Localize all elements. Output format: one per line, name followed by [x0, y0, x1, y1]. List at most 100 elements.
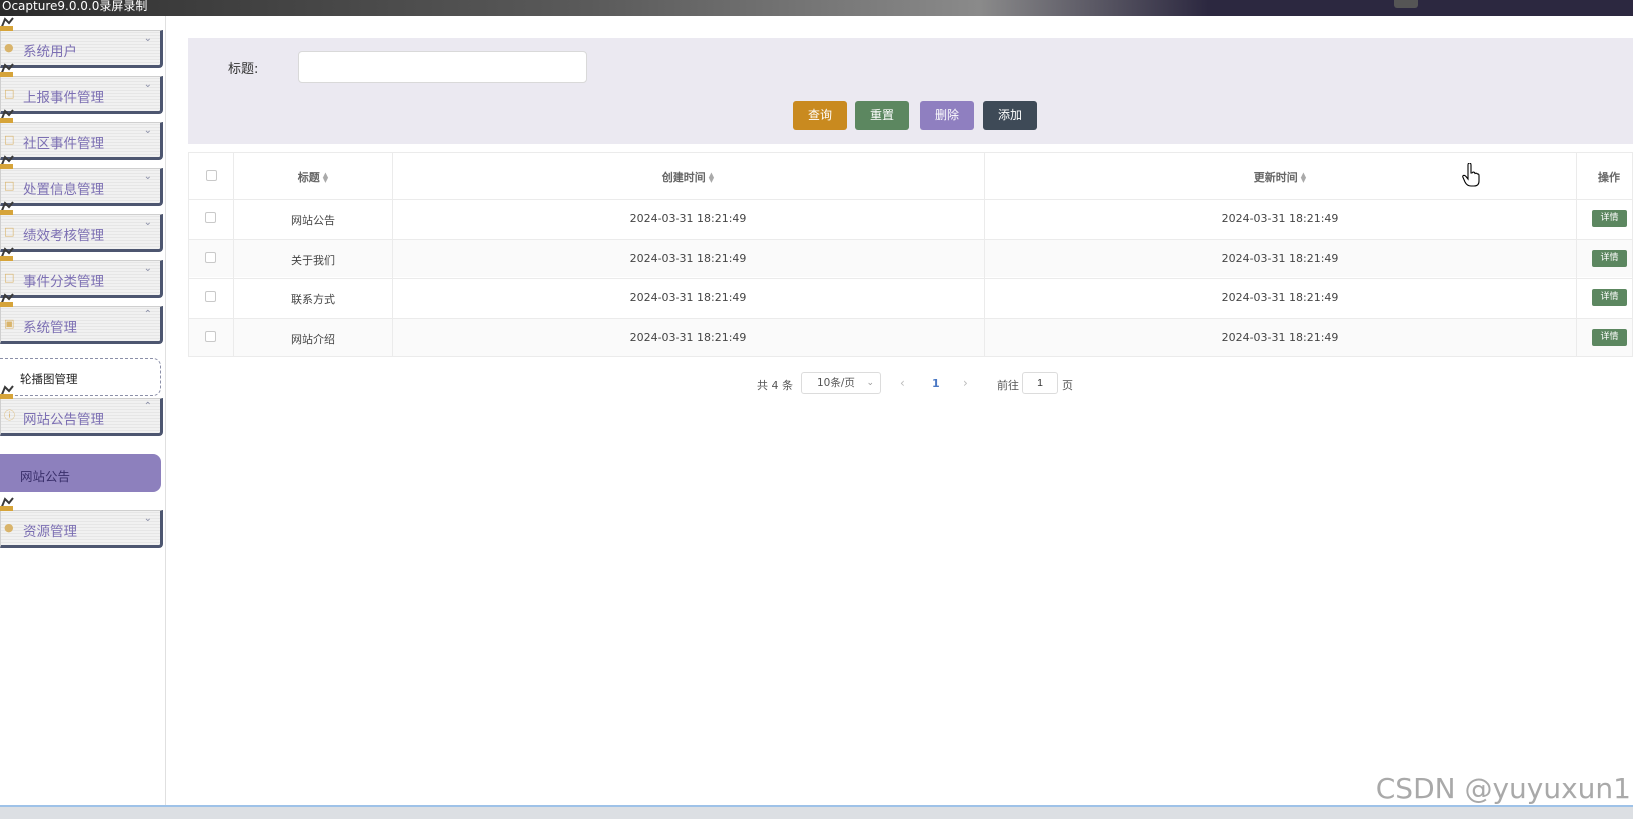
row-divider	[189, 239, 1632, 240]
document-icon: □	[4, 271, 15, 284]
document-icon: □	[4, 179, 15, 192]
sidebar: ● 系统用户 ⌄ □ 上报事件管理 ⌄ □ 社区事件管理 ⌄ □ 处置信息管理 …	[0, 16, 166, 806]
info-icon: ⓘ	[4, 409, 15, 422]
cell-created: 2024-03-31 18:21:49	[629, 212, 747, 225]
delete-button[interactable]: 删除	[920, 101, 974, 130]
sort-icon[interactable]: ▲ ▼	[709, 172, 714, 184]
header-updated[interactable]: 更新时间 ▲ ▼	[1254, 169, 1306, 185]
row-checkbox[interactable]	[205, 331, 216, 342]
image-icon: ▣	[4, 317, 15, 330]
row-divider	[189, 278, 1632, 279]
cell-title: 联系方式	[291, 293, 335, 306]
sidebar-item-label: 事件分类管理	[23, 274, 104, 290]
detail-button[interactable]: 详情	[1592, 289, 1627, 306]
clip-icon	[0, 17, 14, 31]
title-bar: Ocapture9.0.0.0录屏录制	[0, 0, 1633, 16]
sidebar-subitem-announcement[interactable]: 网站公告	[0, 454, 161, 492]
pagination-total: 共 4 条	[757, 379, 793, 392]
row-divider	[189, 318, 1632, 319]
sort-icon[interactable]: ▲ ▼	[323, 172, 328, 184]
chevron-down-icon: ⌄	[143, 79, 152, 90]
add-button[interactable]: 添加	[983, 101, 1037, 130]
next-page-icon[interactable]: ›	[963, 376, 968, 390]
chevron-down-icon: ⌄	[143, 263, 152, 274]
query-button[interactable]: 查询	[793, 101, 847, 130]
page-suffix-label: 页	[1062, 379, 1073, 392]
search-panel: 标题: 查询 重置 删除 添加	[188, 38, 1633, 144]
title-search-input[interactable]	[298, 51, 587, 83]
row-stripe	[189, 239, 1632, 277]
cell-created: 2024-03-31 18:21:49	[629, 291, 747, 304]
header-updated-label: 更新时间	[1253, 171, 1298, 184]
cell-title: 网站公告	[291, 214, 335, 227]
cell-updated: 2024-03-31 18:21:49	[1221, 252, 1339, 265]
document-icon: □	[4, 225, 15, 238]
cell-created: 2024-03-31 18:21:49	[629, 331, 747, 344]
page-number-current[interactable]: 1	[932, 377, 940, 390]
sort-icon[interactable]: ▲ ▼	[1301, 172, 1306, 184]
window-title: Ocapture9.0.0.0录屏录制	[2, 0, 148, 13]
column-divider	[392, 153, 393, 356]
select-all-checkbox[interactable]	[206, 170, 217, 181]
header-created-label: 创建时间	[661, 171, 706, 184]
row-checkbox[interactable]	[205, 291, 216, 302]
clip-icon	[0, 293, 14, 307]
sidebar-item-label: 网站公告管理	[23, 412, 104, 428]
sidebar-subitem-label: 轮播图管理	[20, 372, 78, 386]
sidebar-item-event-categories[interactable]: □ 事件分类管理 ⌄	[0, 247, 163, 298]
sidebar-item-performance[interactable]: □ 绩效考核管理 ⌄	[0, 201, 163, 252]
sidebar-subitem-label: 网站公告	[20, 469, 71, 484]
prev-page-icon[interactable]: ‹	[900, 376, 905, 390]
row-checkbox[interactable]	[205, 252, 216, 263]
document-icon: □	[4, 133, 15, 146]
row-checkbox[interactable]	[205, 212, 216, 223]
column-divider	[984, 153, 985, 356]
cell-updated: 2024-03-31 18:21:49	[1221, 291, 1339, 304]
detail-button[interactable]: 详情	[1592, 250, 1627, 267]
chevron-up-icon: ⌃	[143, 309, 152, 320]
sidebar-item-label: 资源管理	[23, 524, 77, 540]
document-icon: □	[4, 87, 15, 100]
header-title-label: 标题	[297, 171, 320, 184]
cell-title: 网站介绍	[291, 333, 335, 346]
chevron-down-icon: ⌄	[143, 171, 152, 182]
clip-icon	[0, 247, 14, 261]
column-divider	[1576, 153, 1577, 356]
search-label: 标题:	[228, 62, 259, 77]
goto-label: 前往	[997, 379, 1019, 392]
sidebar-item-resources[interactable]: ● 资源管理 ⌄	[0, 497, 163, 548]
reset-button[interactable]: 重置	[855, 101, 909, 130]
sidebar-item-label: 系统管理	[23, 320, 77, 336]
header-title[interactable]: 标题 ▲ ▼	[298, 169, 328, 185]
sidebar-item-reported-events[interactable]: □ 上报事件管理 ⌄	[0, 63, 163, 114]
goto-page-input[interactable]	[1022, 372, 1058, 394]
chevron-down-icon: ⌄	[143, 513, 152, 524]
chevron-down-icon: ⌄	[143, 125, 152, 136]
chevron-down-icon: ⌄	[143, 217, 152, 228]
chevron-down-icon: ⌄	[143, 33, 152, 44]
page-size-select[interactable]: 10条/页 ⌄	[801, 372, 881, 394]
hand-cursor-icon	[1462, 163, 1480, 187]
detail-button[interactable]: 详情	[1592, 329, 1627, 346]
sidebar-subitem-carousel[interactable]: 轮播图管理	[0, 358, 161, 396]
clip-icon	[0, 155, 14, 169]
bulb-icon: ●	[4, 521, 14, 534]
sidebar-item-system-users[interactable]: ● 系统用户 ⌄	[0, 17, 163, 68]
clip-icon	[0, 385, 14, 399]
window-control-button[interactable]	[1394, 0, 1418, 8]
page-size-value: 10条/页	[817, 377, 855, 389]
watermark: CSDN @yuyuxun1	[1375, 772, 1631, 805]
column-divider	[233, 153, 234, 356]
clip-icon	[0, 497, 14, 511]
sidebar-item-label: 社区事件管理	[23, 136, 104, 152]
sidebar-item-announcements[interactable]: ⓘ 网站公告管理 ⌃	[0, 385, 163, 436]
header-created[interactable]: 创建时间 ▲ ▼	[662, 169, 714, 185]
sidebar-item-community-events[interactable]: □ 社区事件管理 ⌄	[0, 109, 163, 160]
sidebar-item-disposal-info[interactable]: □ 处置信息管理 ⌄	[0, 155, 163, 206]
header-action: 操作	[1598, 171, 1620, 184]
data-table: 标题 ▲ ▼ 创建时间 ▲ ▼ 更新时间 ▲ ▼ 操作 网站公告 2024-03-31 18…	[188, 152, 1633, 357]
sidebar-item-system-management[interactable]: ▣ 系统管理 ⌃	[0, 293, 163, 344]
chevron-down-icon: ⌄	[866, 378, 874, 388]
detail-button[interactable]: 详情	[1592, 210, 1627, 227]
cell-updated: 2024-03-31 18:21:49	[1221, 212, 1339, 225]
